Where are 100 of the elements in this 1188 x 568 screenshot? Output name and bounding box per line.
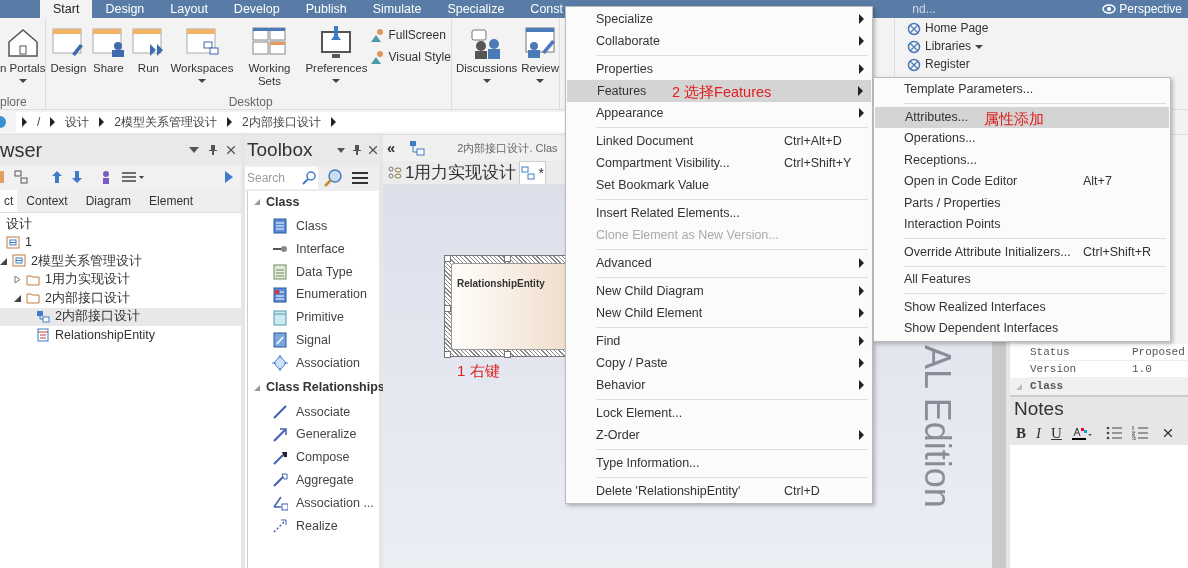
play-icon[interactable]	[225, 171, 233, 183]
ribbon-button[interactable]: Review	[521, 24, 560, 83]
resize-handle[interactable]	[504, 255, 511, 262]
numbered-list-icon[interactable]	[1131, 426, 1148, 440]
diagram-icon[interactable]	[409, 140, 426, 156]
chevron-icon[interactable]	[99, 117, 105, 127]
close-icon[interactable]	[227, 146, 235, 154]
format-button[interactable]: I	[1036, 421, 1041, 445]
menu-item[interactable]: Lock Element...	[566, 402, 872, 424]
menu-item[interactable]: Insert Related Elements...	[566, 202, 872, 224]
close-icon[interactable]	[1163, 429, 1172, 437]
menu-item[interactable]: Override Attribute Initializers... Ctrl+Shift+R	[874, 241, 1170, 263]
menu-item[interactable]: Z-Order	[566, 424, 872, 446]
ribbon-tab[interactable]: Layout	[157, 0, 221, 18]
ribbon-button[interactable]: Design	[50, 24, 87, 75]
ribbon-small-button[interactable]: FullScreen	[371, 26, 451, 44]
browser-tab[interactable]: Element	[140, 190, 203, 212]
menu-item[interactable]: Properties	[566, 58, 872, 80]
toolbox-item[interactable]: Compose	[296, 448, 350, 467]
menu-item[interactable]: Compartment Visibility... Ctrl+Shift+Y	[566, 152, 872, 174]
ribbon-link[interactable]: Libraries	[907, 38, 989, 55]
search-icon[interactable]	[302, 171, 316, 185]
section-header[interactable]: Class	[266, 192, 300, 212]
dropdown-icon[interactable]	[189, 147, 199, 153]
ribbon-tab[interactable]: Start	[40, 0, 93, 18]
view-tab[interactable]: *	[519, 161, 546, 184]
ribbon-tab[interactable]: Develop	[220, 0, 293, 18]
format-button[interactable]: B	[1016, 421, 1026, 445]
toolbox-item[interactable]: Data Type	[296, 262, 353, 282]
ribbon-button[interactable]: Share	[90, 24, 127, 75]
text-color-icon[interactable]	[1071, 426, 1092, 440]
arrow-up-icon[interactable]	[52, 171, 62, 183]
expand-icon[interactable]	[14, 276, 21, 284]
expand-icon[interactable]	[0, 257, 7, 265]
toolbox-item[interactable]: Signal	[296, 331, 331, 350]
pin-icon[interactable]	[353, 145, 361, 155]
breadcrumb-item[interactable]: 2内部接口设计	[242, 113, 321, 131]
menu-item[interactable]: Show Dependent Interfaces	[874, 318, 1170, 340]
menu-item[interactable]: Type Information...	[566, 452, 872, 474]
menu-icon[interactable]	[352, 172, 368, 184]
menu-item[interactable]: All Features	[874, 269, 1170, 291]
section-header[interactable]: Class Relationships	[266, 378, 385, 397]
ribbon-link[interactable]: Register	[907, 56, 989, 73]
tree-item[interactable]: 2内部接口设计	[45, 288, 130, 308]
arrow-down-icon[interactable]	[72, 171, 82, 183]
menu-item[interactable]: Interaction Points	[874, 214, 1170, 236]
ribbon-button[interactable]: Discussions	[455, 24, 518, 83]
menu-item[interactable]: Set Bookmark Value	[566, 174, 872, 196]
toolbox-item[interactable]: Generalize	[296, 425, 357, 445]
menu-item[interactable]: Specialize	[566, 8, 872, 30]
toolbox-item[interactable]: Enumeration	[296, 285, 367, 305]
breadcrumb-item[interactable]: 2模型关系管理设计	[114, 113, 218, 131]
toolbox-item[interactable]: Association	[296, 353, 360, 373]
menu-item[interactable]: Delete 'RelationshipEntity' Ctrl+D	[566, 480, 872, 502]
format-button[interactable]: U	[1051, 421, 1062, 445]
menu-item[interactable]: Appearance	[566, 102, 872, 124]
ribbon-link[interactable]: Home Page	[907, 20, 989, 37]
toolbox-item[interactable]: Realize	[296, 516, 338, 536]
perspective-button[interactable]: Perspective	[1119, 0, 1182, 18]
tree-item[interactable]: RelationshipEntity	[55, 325, 156, 345]
ribbon-button[interactable]: Run	[130, 24, 167, 75]
breadcrumb-item[interactable]: 设计	[65, 113, 90, 131]
ribbon-button[interactable]: Preferences	[305, 24, 368, 83]
toolbox-item[interactable]: Association ...	[296, 493, 374, 513]
close-icon[interactable]	[369, 146, 377, 154]
toolbox-item[interactable]: Aggregate	[296, 471, 354, 490]
resize-handle[interactable]	[444, 305, 451, 312]
tree-item[interactable]: 1	[25, 233, 32, 253]
view-tab[interactable]: 1用力实现设计	[387, 161, 518, 184]
toolbox-item[interactable]: Interface	[296, 239, 345, 259]
chevron-icon[interactable]	[22, 117, 27, 127]
ribbon-button[interactable]: Working Sets	[237, 24, 302, 88]
pin-icon[interactable]	[209, 145, 217, 155]
menu-item[interactable]: Receptions...	[874, 149, 1170, 171]
menu-item[interactable]: Open in Code Editor Alt+7	[874, 171, 1170, 193]
toolbox-item[interactable]: Associate	[296, 402, 351, 422]
ribbon-tab[interactable]: Design	[92, 0, 158, 18]
diagram-icon[interactable]	[14, 170, 28, 184]
menu-item[interactable]: Show Realized Interfaces	[874, 296, 1170, 318]
chevron-icon[interactable]	[227, 117, 233, 127]
expand-icon[interactable]	[14, 294, 21, 302]
tree-item[interactable]: 设计	[6, 214, 32, 234]
browser-tab[interactable]: Context	[17, 190, 77, 212]
menu-item[interactable]: Collaborate	[566, 30, 872, 52]
chevron-icon[interactable]	[50, 117, 56, 127]
search-field[interactable]: nd...	[912, 0, 953, 18]
browser-tab[interactable]: Diagram	[76, 190, 141, 212]
menu-item[interactable]: Parts / Properties	[874, 192, 1170, 214]
tree-item[interactable]: 1用力实现设计	[45, 270, 130, 290]
resize-handle[interactable]	[444, 351, 451, 358]
eye-icon[interactable]	[1102, 4, 1117, 14]
toolbox-item[interactable]: Class	[296, 217, 328, 236]
menu-item[interactable]: Operations...	[874, 128, 1170, 150]
ribbon-button[interactable]: Workspaces	[170, 24, 234, 83]
search-icon[interactable]	[324, 169, 342, 187]
menu-item[interactable]: Linked Document Ctrl+Alt+D	[566, 130, 872, 152]
resize-handle[interactable]	[444, 255, 451, 262]
menu-item[interactable]: Behavior	[566, 374, 872, 396]
toolbox-item[interactable]: Primitive	[296, 308, 344, 327]
collapse-button[interactable]: «	[387, 136, 396, 160]
